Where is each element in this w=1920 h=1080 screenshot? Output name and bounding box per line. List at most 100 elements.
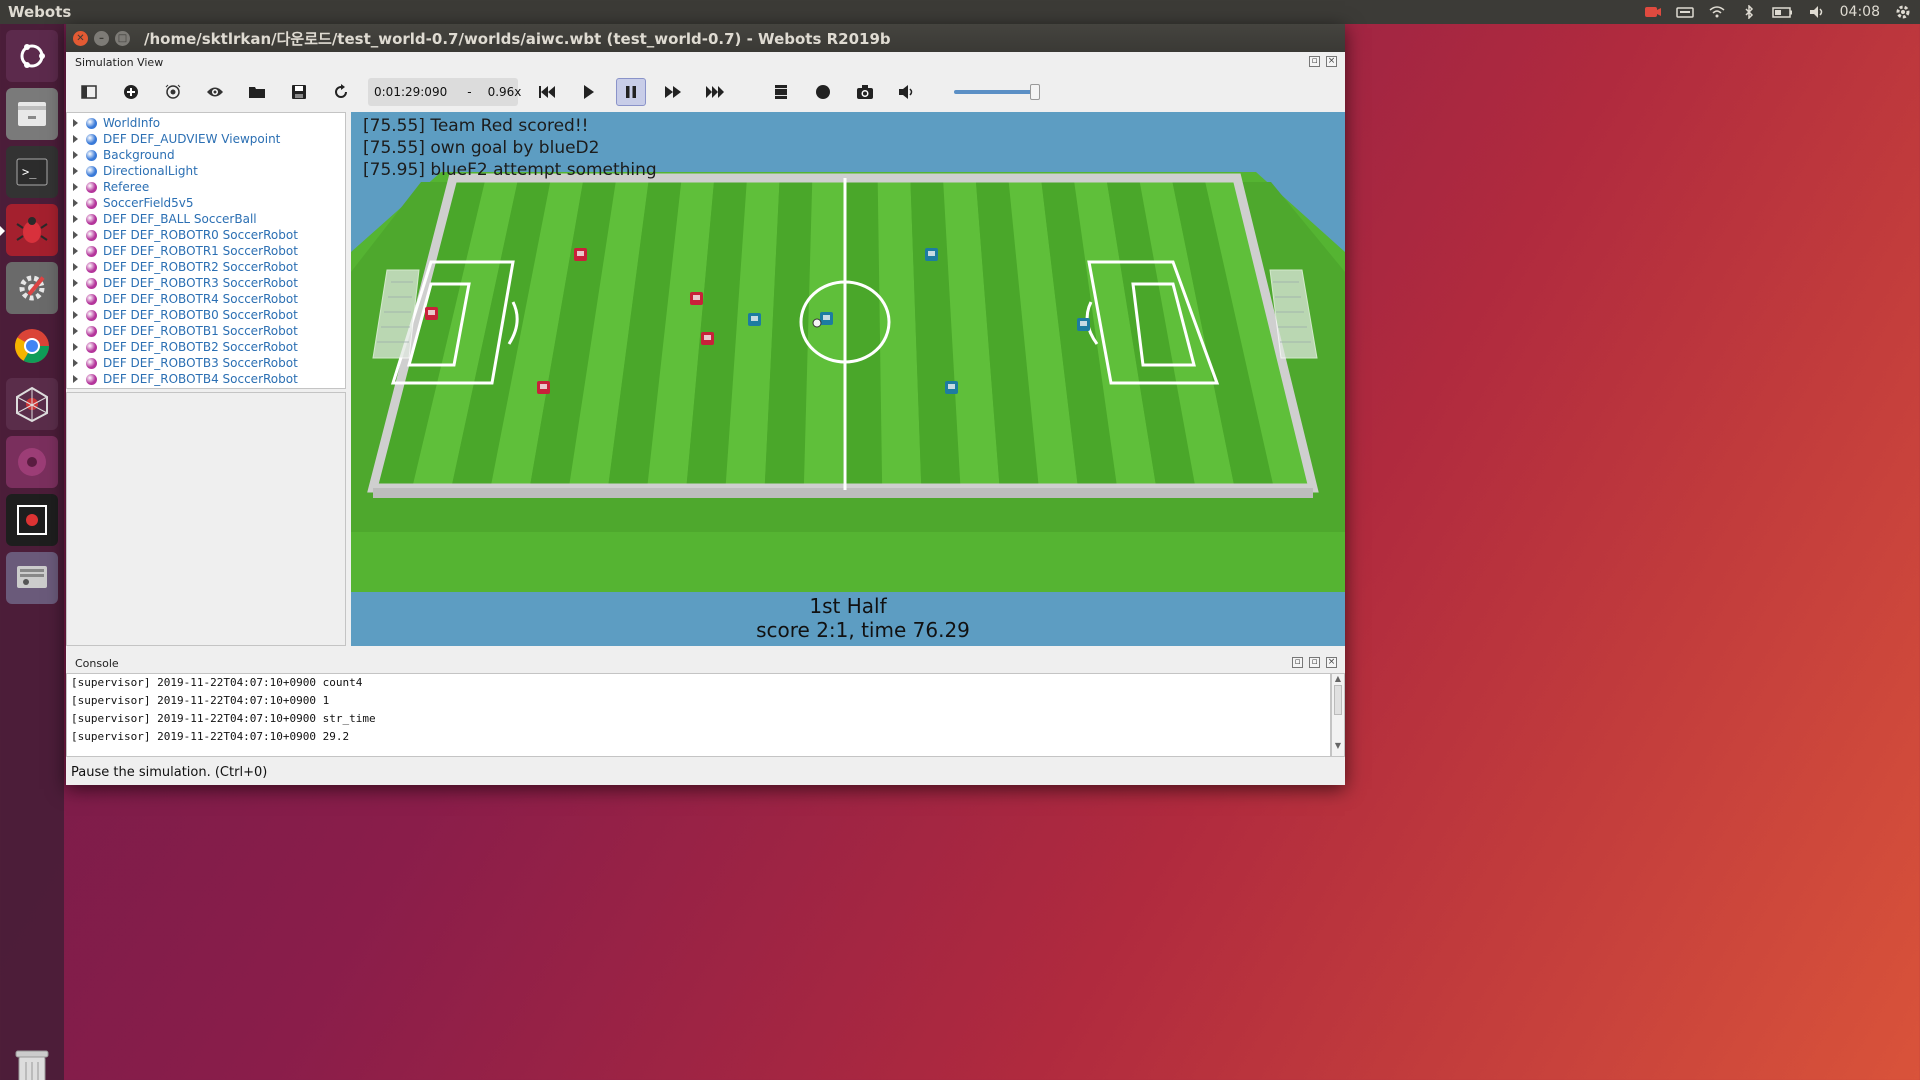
scene-tree-item[interactable]: SoccerField5v5 <box>67 195 345 211</box>
expand-arrow-icon[interactable] <box>73 295 78 303</box>
expand-arrow-icon[interactable] <box>73 343 78 351</box>
bug-icon[interactable] <box>0 204 58 256</box>
scene-tree-item[interactable]: DEF DEF_ROBOTB4 SoccerRobot <box>67 371 345 387</box>
record-animation-icon[interactable] <box>808 78 838 106</box>
3d-view[interactable]: [75.55] Team Red scored!! [75.55] own go… <box>351 112 1345 646</box>
expand-arrow-icon[interactable] <box>73 359 78 367</box>
mute-sound-icon[interactable] <box>892 78 922 106</box>
expand-arrow-icon[interactable] <box>73 151 78 159</box>
screenshot-icon[interactable] <box>6 494 58 546</box>
toggle-scene-tree-icon[interactable] <box>74 78 104 106</box>
wifi-icon[interactable] <box>1708 5 1726 19</box>
ubuntu-logo-icon[interactable] <box>6 30 58 82</box>
scene-tree-item[interactable]: DirectionalLight <box>67 163 345 179</box>
keyboard-icon[interactable] <box>1675 5 1694 19</box>
maximize-window-icon[interactable]: □ <box>115 30 130 46</box>
scene-tree-item[interactable]: Background <box>67 147 345 163</box>
robot-red-goalkeeper[interactable] <box>425 307 438 320</box>
scene-tree[interactable]: WorldInfo DEF DEF_AUDVIEW Viewpoint Backgr… <box>66 112 346 389</box>
robot-blue-goalkeeper[interactable] <box>1077 318 1090 331</box>
expand-arrow-icon[interactable] <box>73 263 78 271</box>
expand-arrow-icon[interactable] <box>73 135 78 143</box>
files-icon[interactable] <box>6 88 58 140</box>
expand-arrow-icon[interactable] <box>73 231 78 239</box>
robot-blue-3[interactable] <box>820 312 833 325</box>
robot-red-2[interactable] <box>690 292 703 305</box>
reload-world-icon[interactable] <box>326 78 356 106</box>
simulation-speed: 0.96x <box>487 85 522 99</box>
clock[interactable]: 04:08 <box>1840 4 1880 20</box>
volume-slider-handle[interactable] <box>1030 84 1040 100</box>
screenshot-camera-icon[interactable] <box>850 78 880 106</box>
scene-tree-item[interactable]: DEF DEF_ROBOTB3 SoccerRobot <box>67 355 345 371</box>
reset-robot-view-icon[interactable] <box>158 78 188 106</box>
console-float-icon[interactable]: ▫ <box>1309 657 1320 668</box>
scene-tree-item[interactable]: DEF DEF_ROBOTR0 SoccerRobot <box>67 227 345 243</box>
minimize-window-icon[interactable]: – <box>94 30 109 46</box>
bluetooth-icon[interactable] <box>1740 5 1758 19</box>
robot-red-1[interactable] <box>574 248 587 261</box>
close-window-icon[interactable]: ✕ <box>73 30 88 46</box>
expand-arrow-icon[interactable] <box>73 327 78 335</box>
reset-simulation-icon[interactable] <box>532 78 562 106</box>
fast-forward-icon[interactable] <box>700 78 730 106</box>
expand-arrow-icon[interactable] <box>73 279 78 287</box>
webots-icon[interactable] <box>6 378 58 430</box>
add-node-icon[interactable] <box>116 78 146 106</box>
power-gear-icon[interactable] <box>1894 3 1912 21</box>
scene-tree-item[interactable]: DEF DEF_BALL SoccerBall <box>67 211 345 227</box>
console-close-icon[interactable]: × <box>1326 657 1337 668</box>
scene-tree-item[interactable]: WorldInfo <box>67 115 345 131</box>
robot-blue-2[interactable] <box>748 313 761 326</box>
console-output[interactable]: [supervisor] 2019-11-22T04:07:10+0900 co… <box>66 673 1331 757</box>
scroll-up-icon[interactable]: ▲ <box>1332 674 1344 683</box>
scene-tree-item[interactable]: DEF DEF_ROBOTB0 SoccerRobot <box>67 307 345 323</box>
volume-slider[interactable] <box>954 84 1040 100</box>
volume-icon[interactable] <box>1808 5 1826 19</box>
robot-blue-1[interactable] <box>925 248 938 261</box>
expand-arrow-icon[interactable] <box>73 215 78 223</box>
scene-tree-item[interactable]: DEF DEF_ROBOTR2 SoccerRobot <box>67 259 345 275</box>
expand-arrow-icon[interactable] <box>73 183 78 191</box>
battery-icon[interactable] <box>1771 5 1794 19</box>
scene-tree-item[interactable]: DEF DEF_ROBOTB1 SoccerRobot <box>67 323 345 339</box>
robot-red-3[interactable] <box>701 332 714 345</box>
expand-arrow-icon[interactable] <box>73 167 78 175</box>
scene-tree-item[interactable]: DEF DEF_ROBOTR1 SoccerRobot <box>67 243 345 259</box>
console-menu-icon[interactable]: ▫ <box>1292 657 1303 668</box>
scroll-down-icon[interactable]: ▼ <box>1332 741 1344 750</box>
active-app-title: Webots <box>8 3 72 21</box>
record-icon[interactable] <box>1644 5 1662 19</box>
chrome-icon[interactable] <box>6 320 58 372</box>
close-dock-icon[interactable]: × <box>1326 56 1337 67</box>
display-icon[interactable] <box>6 552 58 604</box>
expand-arrow-icon[interactable] <box>73 247 78 255</box>
scene-tree-item[interactable]: DEF DEF_ROBOTB2 SoccerRobot <box>67 339 345 355</box>
settings-icon[interactable] <box>6 262 58 314</box>
console-scrollbar[interactable]: ▲ ▼ <box>1331 673 1345 757</box>
expand-arrow-icon[interactable] <box>73 119 78 127</box>
trash-icon[interactable] <box>6 1042 58 1080</box>
scene-tree-item[interactable]: DEF DEF_AUDVIEW Viewpoint <box>67 131 345 147</box>
scene-tree-item[interactable]: DEF DEF_ROBOTR3 SoccerRobot <box>67 275 345 291</box>
run-icon[interactable] <box>658 78 688 106</box>
open-world-icon[interactable] <box>242 78 272 106</box>
expand-arrow-icon[interactable] <box>73 311 78 319</box>
terminal-icon[interactable]: >_ <box>6 146 58 198</box>
pause-icon[interactable] <box>616 78 646 106</box>
expand-arrow-icon[interactable] <box>73 375 78 383</box>
save-world-icon[interactable] <box>284 78 314 106</box>
float-dock-icon[interactable]: ▫ <box>1309 56 1320 67</box>
simulation-view-label: Simulation View <box>75 55 164 69</box>
scene-tree-item[interactable]: Referee <box>67 179 345 195</box>
expand-arrow-icon[interactable] <box>73 199 78 207</box>
scene-tree-item[interactable]: DEF DEF_ROBOTR4 SoccerRobot <box>67 291 345 307</box>
window-titlebar[interactable]: ✕ – □ /home/sktlrkan/다운로드/test_world-0.7… <box>66 24 1345 52</box>
step-icon[interactable] <box>574 78 604 106</box>
record-movie-icon[interactable] <box>766 78 796 106</box>
scrollbar-thumb[interactable] <box>1334 685 1342 715</box>
view-eye-icon[interactable] <box>200 78 230 106</box>
music-icon[interactable] <box>6 436 58 488</box>
robot-red-4[interactable] <box>537 381 550 394</box>
robot-blue-4[interactable] <box>945 381 958 394</box>
